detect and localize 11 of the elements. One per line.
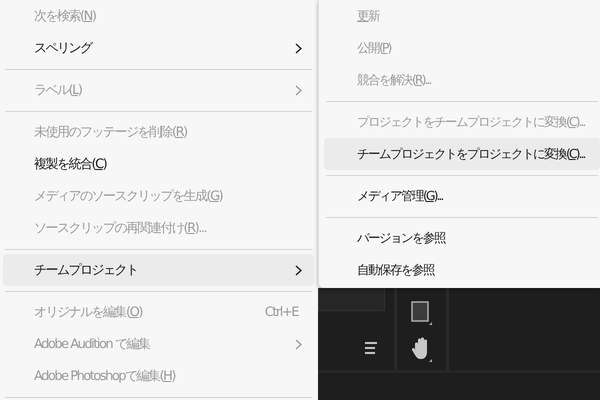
menu-item[interactable]: 複製を統合(C) — [3, 148, 314, 180]
hand-icon[interactable] — [411, 336, 433, 362]
menu-item[interactable]: チームプロジェクトをプロジェクトに変換(C)... — [324, 138, 600, 170]
menu-item[interactable]: 自動保存を参照 — [324, 254, 600, 286]
menu-item[interactable]: メディア管理(G)... — [324, 180, 600, 212]
shortcut-label: Ctrl+E — [264, 304, 298, 320]
list-icon[interactable] — [363, 341, 379, 355]
square-icon[interactable] — [411, 301, 433, 325]
menu-item[interactable]: スペリング — [3, 32, 314, 64]
menu-item[interactable]: チームプロジェクト — [3, 254, 314, 286]
menu-item[interactable]: バージョンを参照 — [324, 222, 600, 254]
